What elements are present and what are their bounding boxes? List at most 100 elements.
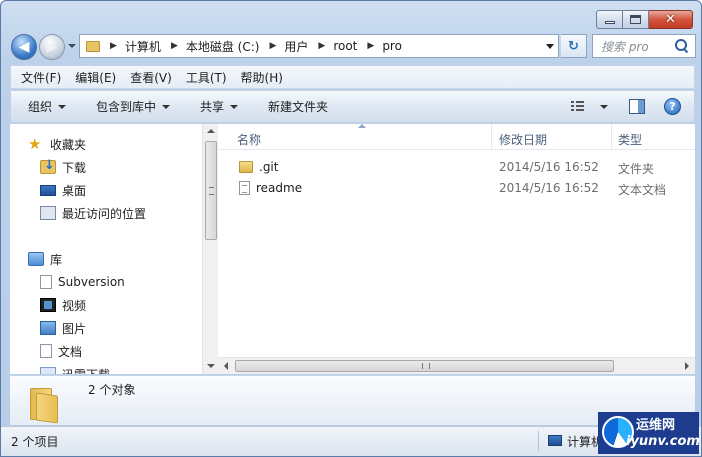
include-in-library-button[interactable]: 包含到库中 bbox=[96, 98, 171, 115]
crumb-separator-icon[interactable]: ▶ bbox=[171, 41, 178, 51]
organize-button[interactable]: 组织 bbox=[28, 98, 67, 115]
scrollbar-thumb[interactable] bbox=[235, 360, 614, 372]
status-divider bbox=[538, 431, 539, 451]
crumb-separator-icon[interactable]: ▶ bbox=[110, 41, 117, 51]
nav-videos[interactable]: 视频 bbox=[40, 295, 86, 315]
crumb-separator-icon[interactable]: ▶ bbox=[318, 41, 325, 51]
grip-icon bbox=[422, 363, 430, 369]
watermark-logo: 运维网 iyunv.com bbox=[598, 412, 700, 454]
file-type: 文件夹 bbox=[618, 162, 655, 176]
file-row[interactable]: readme 2014/5/16 16:52 文本文档 bbox=[218, 178, 695, 199]
filelist-scrollbar[interactable] bbox=[218, 357, 695, 374]
column-date[interactable]: 修改日期 bbox=[499, 131, 547, 148]
nav-videos-label: 视频 bbox=[62, 298, 87, 313]
breadcrumb-users[interactable]: 用户 bbox=[284, 38, 308, 55]
column-divider[interactable] bbox=[491, 124, 492, 148]
scroll-left-icon[interactable] bbox=[224, 362, 228, 370]
nav-desktop[interactable]: 桌面 bbox=[40, 180, 86, 200]
nav-favorites-label: 收藏夹 bbox=[50, 137, 87, 152]
watermark-title: 运维网 bbox=[636, 418, 676, 433]
scroll-down-icon[interactable] bbox=[207, 364, 215, 368]
refresh-button[interactable]: ↻ bbox=[561, 34, 587, 58]
nav-subversion[interactable]: Subversion bbox=[40, 272, 125, 292]
selection-count: 2 个对象 bbox=[88, 383, 136, 397]
scroll-up-icon[interactable] bbox=[207, 129, 215, 133]
nav-desktop-label: 桌面 bbox=[62, 183, 87, 198]
file-name: readme bbox=[239, 181, 302, 195]
breadcrumb-root[interactable]: root bbox=[333, 39, 357, 53]
nav-recent-label: 最近访问的位置 bbox=[62, 206, 147, 221]
back-button[interactable]: ◀ bbox=[11, 34, 37, 60]
navigation-pane: ★ 收藏夹 下载 桌面 最近访问的位置 库 Subversion 视频 bbox=[10, 124, 202, 374]
maximize-button[interactable] bbox=[623, 10, 649, 29]
back-arrow-icon: ◀ bbox=[18, 39, 30, 55]
video-icon bbox=[40, 298, 56, 312]
nav-pictures[interactable]: 图片 bbox=[40, 318, 86, 338]
pictures-icon bbox=[40, 321, 56, 335]
forward-arrow-icon: ▶ bbox=[46, 39, 58, 55]
nav-recent[interactable]: 最近访问的位置 bbox=[40, 203, 146, 223]
search-box[interactable]: 搜索 pro bbox=[592, 34, 696, 58]
address-bar[interactable]: ▶ 计算机 ▶ 本地磁盘 (C:) ▶ 用户 ▶ root ▶ pro bbox=[79, 34, 559, 58]
menu-tools[interactable]: 工具(T) bbox=[186, 69, 227, 86]
thunder-download-icon bbox=[40, 367, 56, 374]
nav-favorites[interactable]: ★ 收藏夹 bbox=[28, 134, 86, 154]
file-date: 2014/5/16 16:52 bbox=[499, 160, 599, 174]
search-input[interactable]: 搜索 pro bbox=[593, 38, 673, 55]
maximize-icon bbox=[630, 15, 641, 24]
scroll-right-icon[interactable] bbox=[685, 362, 689, 370]
navpane-scrollbar[interactable] bbox=[202, 124, 218, 374]
library-doc-icon bbox=[40, 275, 52, 289]
recent-places-icon bbox=[40, 206, 56, 220]
close-button[interactable]: ✕ bbox=[649, 10, 693, 29]
refresh-icon: ↻ bbox=[568, 38, 579, 54]
menu-help[interactable]: 帮助(H) bbox=[241, 69, 283, 86]
forward-button[interactable]: ▶ bbox=[39, 34, 65, 60]
search-icon[interactable] bbox=[673, 37, 691, 55]
folder-icon bbox=[239, 161, 253, 173]
nav-pictures-label: 图片 bbox=[62, 321, 87, 336]
change-view-icon[interactable] bbox=[571, 100, 587, 114]
preview-pane-icon[interactable] bbox=[629, 99, 645, 114]
menu-file[interactable]: 文件(F) bbox=[21, 69, 61, 86]
breadcrumb-local-disk[interactable]: 本地磁盘 (C:) bbox=[186, 38, 260, 55]
column-type[interactable]: 类型 bbox=[618, 131, 642, 148]
nav-libraries-label: 库 bbox=[50, 252, 63, 267]
crumb-separator-icon[interactable]: ▶ bbox=[269, 41, 276, 51]
breadcrumb-computer[interactable]: 计算机 bbox=[125, 38, 161, 55]
nav-downloads-label: 下载 bbox=[62, 160, 87, 175]
details-pane: 2 个对象 bbox=[10, 375, 695, 425]
column-name[interactable]: 名称 bbox=[237, 131, 261, 148]
desktop-icon bbox=[40, 184, 56, 196]
new-folder-button[interactable]: 新建文件夹 bbox=[268, 98, 328, 115]
nav-documents-label: 文档 bbox=[58, 344, 83, 359]
chevron-down-icon bbox=[58, 104, 67, 109]
help-icon[interactable]: ? bbox=[664, 98, 681, 115]
address-dropdown-icon[interactable] bbox=[546, 44, 554, 49]
share-button[interactable]: 共享 bbox=[200, 98, 239, 115]
breadcrumb-pro[interactable]: pro bbox=[382, 39, 402, 53]
minimize-icon bbox=[604, 21, 615, 24]
share-label: 共享 bbox=[200, 100, 225, 114]
nav-thunder[interactable]: 迅雷下载 bbox=[40, 364, 110, 374]
menu-view[interactable]: 查看(V) bbox=[130, 69, 172, 86]
file-date: 2014/5/16 16:52 bbox=[499, 181, 599, 195]
file-name-text: readme bbox=[256, 181, 303, 195]
nav-documents[interactable]: 文档 bbox=[40, 341, 82, 361]
downloads-folder-icon bbox=[40, 158, 56, 174]
status-bar: 2 个项目 计算机 bbox=[1, 426, 701, 456]
star-icon: ★ bbox=[28, 135, 42, 153]
file-row[interactable]: .git 2014/5/16 16:52 文件夹 bbox=[218, 157, 695, 178]
minimize-button[interactable] bbox=[596, 10, 623, 29]
crumb-separator-icon[interactable]: ▶ bbox=[367, 41, 374, 51]
nav-thunder-label: 迅雷下载 bbox=[62, 366, 110, 375]
view-options-dropdown[interactable] bbox=[600, 105, 608, 109]
file-type: 文本文档 bbox=[618, 183, 667, 197]
menu-edit[interactable]: 编辑(E) bbox=[75, 69, 116, 86]
recent-pages-dropdown[interactable] bbox=[68, 44, 76, 48]
caption-buttons: ✕ bbox=[596, 10, 693, 29]
nav-downloads[interactable]: 下载 bbox=[40, 157, 86, 177]
scrollbar-thumb[interactable] bbox=[205, 141, 217, 240]
nav-libraries[interactable]: 库 bbox=[28, 249, 62, 269]
column-divider[interactable] bbox=[611, 124, 612, 148]
